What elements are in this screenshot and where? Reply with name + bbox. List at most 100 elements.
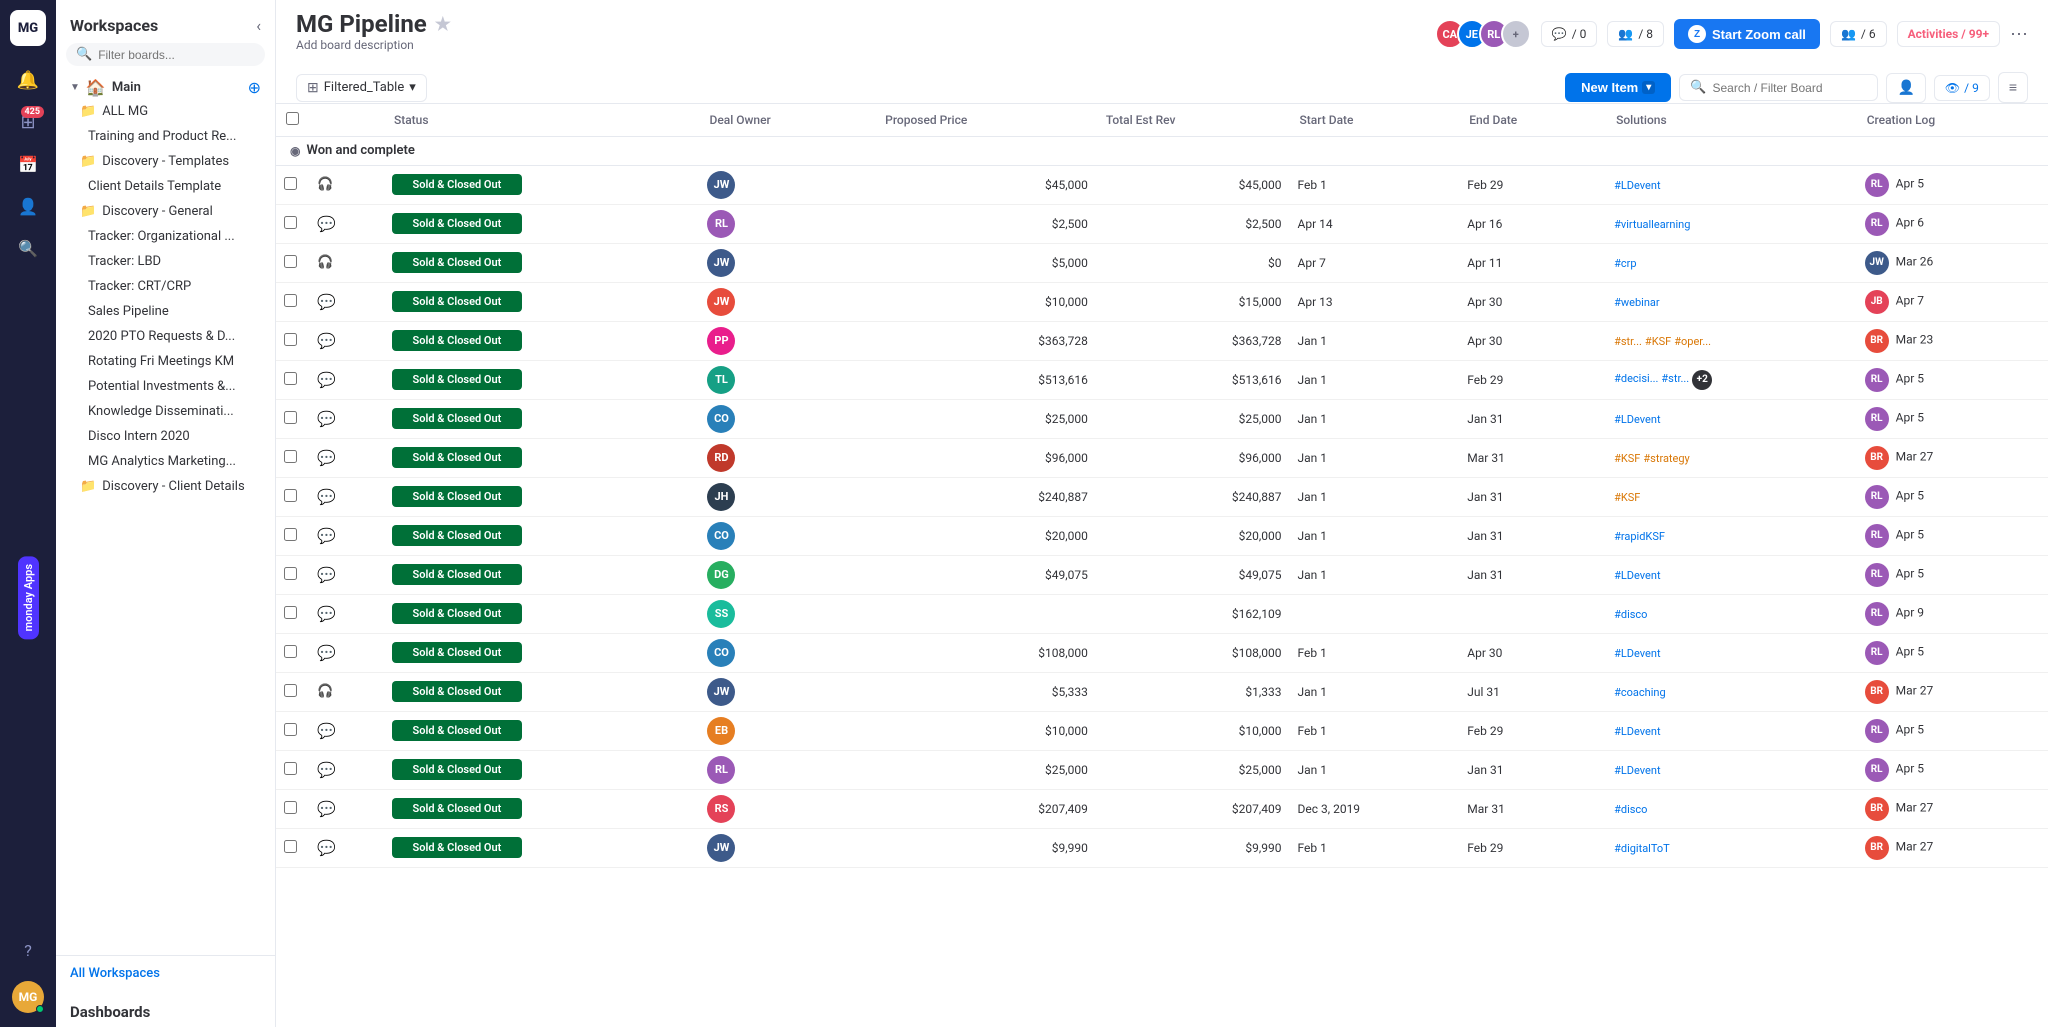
comment-icon[interactable]: 💬: [317, 644, 336, 662]
comment-icon[interactable]: 💬: [317, 761, 336, 779]
app-logo[interactable]: MG: [10, 10, 46, 46]
deal-owner-avatar[interactable]: EB: [707, 717, 735, 745]
deal-owner-avatar[interactable]: JW: [707, 834, 735, 862]
view-selector[interactable]: ⊞ Filtered_Table ▾: [296, 74, 427, 102]
col-solutions[interactable]: Solutions: [1606, 104, 1857, 137]
row-checkbox[interactable]: [284, 606, 297, 619]
nav-calendar[interactable]: 📅: [10, 146, 46, 182]
people-button[interactable]: 👥 / 6: [1830, 21, 1887, 47]
filter-button[interactable]: ≡: [1998, 72, 2028, 103]
status-badge[interactable]: Sold & Closed Out: [392, 486, 522, 507]
sidebar-item-tracker-crt[interactable]: Tracker: CRT/CRP: [60, 274, 271, 299]
comments-button[interactable]: 💬 / 0: [1541, 21, 1598, 47]
solution-tag[interactable]: #webinar: [1614, 296, 1660, 309]
deal-owner-avatar[interactable]: DG: [707, 561, 735, 589]
row-checkbox[interactable]: [284, 450, 297, 463]
deal-owner-avatar[interactable]: TL: [707, 366, 735, 394]
sidebar-item-sales-pipeline[interactable]: Sales Pipeline: [60, 299, 271, 324]
solution-tag[interactable]: #KSF: [1614, 491, 1640, 504]
status-badge[interactable]: Sold & Closed Out: [392, 642, 522, 663]
comment-icon[interactable]: 💬: [317, 527, 336, 545]
solution-tag[interactable]: #LDevent: [1614, 647, 1660, 660]
col-end-date[interactable]: End Date: [1459, 104, 1606, 137]
nav-search[interactable]: 🔍: [10, 230, 46, 266]
new-item-dropdown-icon[interactable]: ▾: [1642, 81, 1655, 94]
row-checkbox[interactable]: [284, 489, 297, 502]
solution-tag[interactable]: #str...: [1661, 372, 1689, 385]
solution-tag[interactable]: #rapidKSF: [1614, 530, 1665, 543]
status-badge[interactable]: Sold & Closed Out: [392, 798, 522, 819]
solution-tag[interactable]: #oper...: [1674, 335, 1711, 348]
status-badge[interactable]: Sold & Closed Out: [392, 408, 522, 429]
status-badge[interactable]: Sold & Closed Out: [392, 291, 522, 312]
deal-owner-avatar[interactable]: PP: [707, 327, 735, 355]
comment-icon[interactable]: 💬: [317, 332, 336, 350]
row-checkbox[interactable]: [284, 528, 297, 541]
comment-icon[interactable]: 💬: [317, 488, 336, 506]
deal-owner-avatar[interactable]: RL: [707, 756, 735, 784]
row-checkbox[interactable]: [284, 177, 297, 190]
nav-people[interactable]: 👤: [10, 188, 46, 224]
status-badge[interactable]: Sold & Closed Out: [392, 720, 522, 741]
status-badge[interactable]: Sold & Closed Out: [392, 213, 522, 234]
sidebar-item-discovery-general[interactable]: 📁 Discovery - General: [60, 199, 271, 224]
sidebar-item-pto[interactable]: 2020 PTO Requests & D...: [60, 324, 271, 349]
row-checkbox[interactable]: [284, 684, 297, 697]
collapse-sidebar-button[interactable]: ‹: [256, 16, 261, 35]
comment-icon[interactable]: 💬: [317, 839, 336, 857]
deal-owner-avatar[interactable]: SS: [707, 600, 735, 628]
row-checkbox[interactable]: [284, 567, 297, 580]
person-filter-button[interactable]: 👤: [1886, 73, 1925, 103]
sidebar-item-discovery-templates[interactable]: 📁 Discovery - Templates: [60, 149, 271, 174]
row-checkbox[interactable]: [284, 216, 297, 229]
row-checkbox[interactable]: [284, 801, 297, 814]
solution-tag[interactable]: #LDevent: [1614, 569, 1660, 582]
col-proposed-price[interactable]: Proposed Price: [875, 104, 1096, 137]
board-subtitle[interactable]: Add board description: [296, 38, 451, 58]
status-badge[interactable]: Sold & Closed Out: [392, 369, 522, 390]
avatar-more[interactable]: +: [1501, 19, 1531, 49]
solution-tag[interactable]: #virtuallearning: [1614, 218, 1690, 231]
hide-columns-button[interactable]: 👁 / 9: [1934, 75, 1990, 101]
comment-icon[interactable]: 💬: [317, 410, 336, 428]
row-checkbox[interactable]: [284, 372, 297, 385]
deal-owner-avatar[interactable]: JW: [707, 678, 735, 706]
solution-tag[interactable]: #LDevent: [1614, 725, 1660, 738]
new-item-button[interactable]: New Item ▾: [1565, 73, 1671, 102]
col-total-est-rev[interactable]: Total Est Rev: [1096, 104, 1290, 137]
deal-owner-avatar[interactable]: JW: [707, 288, 735, 316]
comment-icon[interactable]: 💬: [317, 293, 336, 311]
add-board-button[interactable]: ⊕: [248, 78, 261, 97]
select-all-checkbox[interactable]: [286, 112, 299, 125]
activities-button[interactable]: Activities / 99+: [1897, 21, 2000, 47]
dashboards-section[interactable]: Dashboards: [56, 991, 275, 1027]
sidebar-item-tracker-org[interactable]: Tracker: Organizational ...: [60, 224, 271, 249]
status-badge[interactable]: Sold & Closed Out: [392, 681, 522, 702]
status-badge[interactable]: Sold & Closed Out: [392, 525, 522, 546]
solution-tag[interactable]: #str...: [1614, 335, 1642, 348]
comment-icon[interactable]: 💬: [317, 722, 336, 740]
col-start-date[interactable]: Start Date: [1290, 104, 1460, 137]
status-badge[interactable]: Sold & Closed Out: [392, 174, 522, 195]
solution-tag[interactable]: #LDevent: [1614, 764, 1660, 777]
favorite-star-icon[interactable]: ★: [435, 14, 451, 35]
status-badge[interactable]: Sold & Closed Out: [392, 447, 522, 468]
group-arrow[interactable]: ▼: [70, 82, 80, 93]
solution-tag[interactable]: #KSF: [1645, 335, 1671, 348]
solution-tag[interactable]: #KSF: [1614, 452, 1640, 465]
deal-owner-avatar[interactable]: CO: [707, 639, 735, 667]
comment-icon[interactable]: 💬: [317, 371, 336, 389]
solution-tag[interactable]: #LDevent: [1614, 413, 1660, 426]
sidebar-item-tracker-lbd[interactable]: Tracker: LBD: [60, 249, 271, 274]
sidebar-item-all-mg[interactable]: 📁 ALL MG: [60, 99, 271, 124]
comment-icon[interactable]: 💬: [317, 605, 336, 623]
sidebar-item-discovery-client-details[interactable]: 📁 Discovery - Client Details: [60, 474, 271, 499]
nav-my-work[interactable]: ⊞ 425: [10, 104, 46, 140]
comment-icon[interactable]: 💬: [317, 566, 336, 584]
solution-tag[interactable]: #disco: [1614, 803, 1647, 816]
all-workspaces-link[interactable]: All Workspaces: [70, 966, 160, 981]
row-checkbox[interactable]: [284, 840, 297, 853]
row-checkbox[interactable]: [284, 411, 297, 424]
col-deal-owner[interactable]: Deal Owner: [699, 104, 875, 137]
deal-owner-avatar[interactable]: CO: [707, 405, 735, 433]
